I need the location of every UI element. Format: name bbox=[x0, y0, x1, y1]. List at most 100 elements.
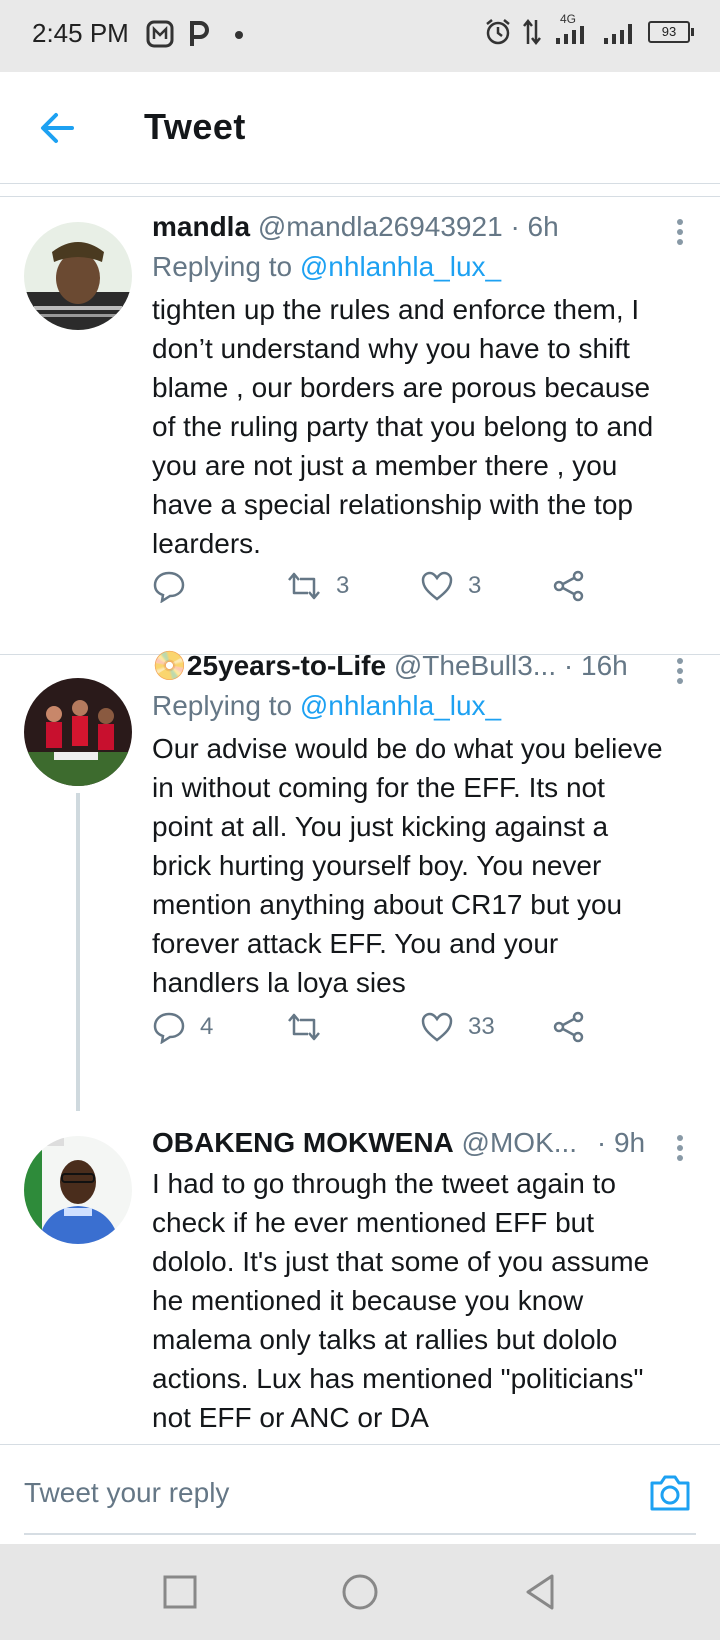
tweet-reply-input[interactable] bbox=[24, 1465, 624, 1521]
home-circle-icon[interactable] bbox=[340, 1572, 380, 1612]
author-handle[interactable]: @MOK... bbox=[462, 1127, 578, 1158]
more-notifications-dot-icon bbox=[235, 31, 243, 39]
reply-button[interactable] bbox=[152, 566, 200, 606]
author-handle[interactable]: @mandla26943921 bbox=[258, 211, 503, 242]
app-notification-icon bbox=[146, 20, 174, 48]
tweet-body-line: of the ruling party that you belong to a… bbox=[152, 411, 654, 442]
replying-to-label: Replying to bbox=[152, 251, 300, 282]
share-icon bbox=[553, 1011, 584, 1043]
reply-button[interactable]: 4 bbox=[152, 1007, 213, 1047]
tweet-body-line: tighten up the rules and enforce them, I bbox=[152, 294, 640, 325]
thread-connector-line bbox=[76, 793, 80, 1111]
tweet-item[interactable]: mandla @mandla26943921 · 6h Replying to … bbox=[0, 196, 720, 654]
tweet-body: tighten up the rules and enforce them, I… bbox=[152, 290, 694, 563]
tweet-body-line: mention anything about CR17 but you bbox=[152, 889, 623, 920]
battery-icon: 93 bbox=[648, 21, 694, 43]
author-name[interactable]: OBAKENG MOKWENA bbox=[152, 1127, 454, 1158]
status-right-group: 4G 93 bbox=[484, 12, 694, 46]
back-arrow-icon[interactable] bbox=[36, 106, 80, 150]
like-count: 3 bbox=[468, 572, 482, 599]
tweet-body-line: malema only talks at rallies but dololo bbox=[152, 1324, 618, 1355]
tweet-header: 📀25years-to-Life @TheBull3... · 16h bbox=[152, 647, 694, 685]
retweet-count: 3 bbox=[336, 572, 350, 599]
reply-input-underline bbox=[24, 1533, 696, 1535]
like-count: 33 bbox=[468, 1013, 495, 1040]
replying-to-mention[interactable]: @nhlanhla_lux_ bbox=[300, 690, 501, 721]
reply-icon bbox=[153, 571, 185, 603]
reply-count: 4 bbox=[200, 1013, 214, 1040]
tweet-body-line: forever attack EFF. You and your bbox=[152, 928, 559, 959]
replying-to-line: Replying to @nhlanhla_lux_ bbox=[152, 246, 694, 288]
app-header: Tweet bbox=[0, 72, 720, 184]
tweet-item[interactable]: OBAKENG MOKWENA @MOK... · 9h I had to go… bbox=[0, 1127, 720, 1444]
status-bar: 2:45 PM 4G 93 bbox=[0, 0, 720, 72]
tweet-body-line: learders. bbox=[152, 528, 261, 559]
heart-icon bbox=[421, 571, 453, 601]
retweet-icon bbox=[288, 1013, 320, 1041]
author-name[interactable]: mandla bbox=[152, 211, 250, 242]
tweet-content: OBAKENG MOKWENA @MOK... · 9h I had to go… bbox=[152, 1124, 694, 1437]
author-handle[interactable]: @TheBull3... bbox=[394, 650, 556, 681]
parking-icon bbox=[190, 21, 209, 46]
replying-to-line: Replying to @nhlanhla_lux_ bbox=[152, 685, 694, 727]
like-button[interactable]: 33 bbox=[420, 1007, 495, 1047]
data-transfer-icon bbox=[523, 18, 541, 46]
tweet-content: 📀25years-to-Life @TheBull3... · 16h Repl… bbox=[152, 647, 694, 1002]
back-triangle-icon[interactable] bbox=[520, 1572, 560, 1612]
retweet-button[interactable]: 3 bbox=[286, 566, 349, 606]
tweet-body-line: he mentioned it because you know bbox=[152, 1285, 584, 1316]
share-button[interactable] bbox=[552, 1007, 586, 1047]
reply-icon bbox=[153, 1012, 185, 1044]
retweet-icon bbox=[288, 572, 320, 600]
tweet-time: · 9h bbox=[596, 1127, 646, 1158]
tweet-actions: 4 33 bbox=[152, 1007, 612, 1047]
share-button[interactable] bbox=[552, 566, 586, 606]
signal-strength-icon bbox=[604, 24, 632, 44]
reply-composer bbox=[0, 1444, 720, 1544]
tweet-body: I had to go through the tweet again to c… bbox=[152, 1164, 694, 1437]
share-icon bbox=[553, 570, 584, 602]
camera-icon[interactable] bbox=[648, 1473, 692, 1513]
more-options-icon[interactable] bbox=[670, 655, 690, 689]
recent-apps-icon[interactable] bbox=[160, 1572, 200, 1612]
tweet-body-line: don’t understand why you have to shift bbox=[152, 333, 630, 364]
tweet-body-line: have a special relationship with the top bbox=[152, 489, 633, 520]
avatar[interactable] bbox=[24, 222, 132, 330]
alarm-icon bbox=[486, 19, 510, 45]
avatar[interactable] bbox=[24, 678, 132, 786]
tweet-body-line: actions. Lux has mentioned "politicians" bbox=[152, 1363, 644, 1394]
tweet-body-line: blame , our borders are porous because bbox=[152, 372, 651, 403]
tweet-body-line: I had to go through the tweet again to bbox=[152, 1168, 616, 1199]
heart-icon bbox=[421, 1012, 453, 1042]
tweet-body-line: dololo. It's just that some of you assum… bbox=[152, 1246, 650, 1277]
tweet-body-line: not EFF or ANC or DA bbox=[152, 1402, 429, 1433]
avatar[interactable] bbox=[24, 1136, 132, 1244]
tweet-body: Our advise would be do what you believe … bbox=[152, 729, 694, 1002]
author-name[interactable]: 25years-to-Life bbox=[187, 650, 386, 681]
name-emoji: 📀 bbox=[152, 650, 187, 681]
tweet-body-line: check if he ever mentioned EFF but bbox=[152, 1207, 594, 1238]
replying-to-label: Replying to bbox=[152, 690, 300, 721]
tweet-content: mandla @mandla26943921 · 6h Replying to … bbox=[152, 208, 694, 563]
system-nav-bar bbox=[0, 1544, 720, 1640]
tweet-actions: 3 3 bbox=[152, 566, 612, 606]
tweet-item[interactable]: 📀25years-to-Life @TheBull3... · 16h Repl… bbox=[0, 650, 720, 1111]
tweet-body-line: Our advise would be do what you believe bbox=[152, 733, 663, 764]
signal-4g-icon: 4G bbox=[552, 12, 592, 46]
tweet-body-line: point at all. You just kicking against a bbox=[152, 811, 609, 842]
status-time: 2:45 PM bbox=[32, 18, 129, 48]
tweet-time: · 6h bbox=[510, 211, 559, 242]
tweet-body-line: handlers la loya sies bbox=[152, 967, 406, 998]
more-options-icon[interactable] bbox=[670, 216, 690, 250]
retweet-button[interactable] bbox=[286, 1007, 336, 1047]
tweet-body-line: brick hurting yourself boy. You never bbox=[152, 850, 602, 881]
tweet-header: mandla @mandla26943921 · 6h bbox=[152, 208, 694, 246]
tweet-header: OBAKENG MOKWENA @MOK... · 9h bbox=[152, 1124, 694, 1162]
tweet-body-line: you are not just a member there , you bbox=[152, 450, 618, 481]
like-button[interactable]: 3 bbox=[420, 566, 481, 606]
more-options-icon[interactable] bbox=[670, 1132, 690, 1166]
page-title: Tweet bbox=[144, 106, 246, 147]
replying-to-mention[interactable]: @nhlanhla_lux_ bbox=[300, 251, 501, 282]
tweet-body-line: in without coming for the EFF. Its not bbox=[152, 772, 605, 803]
tweet-time: · 16h bbox=[563, 650, 628, 681]
